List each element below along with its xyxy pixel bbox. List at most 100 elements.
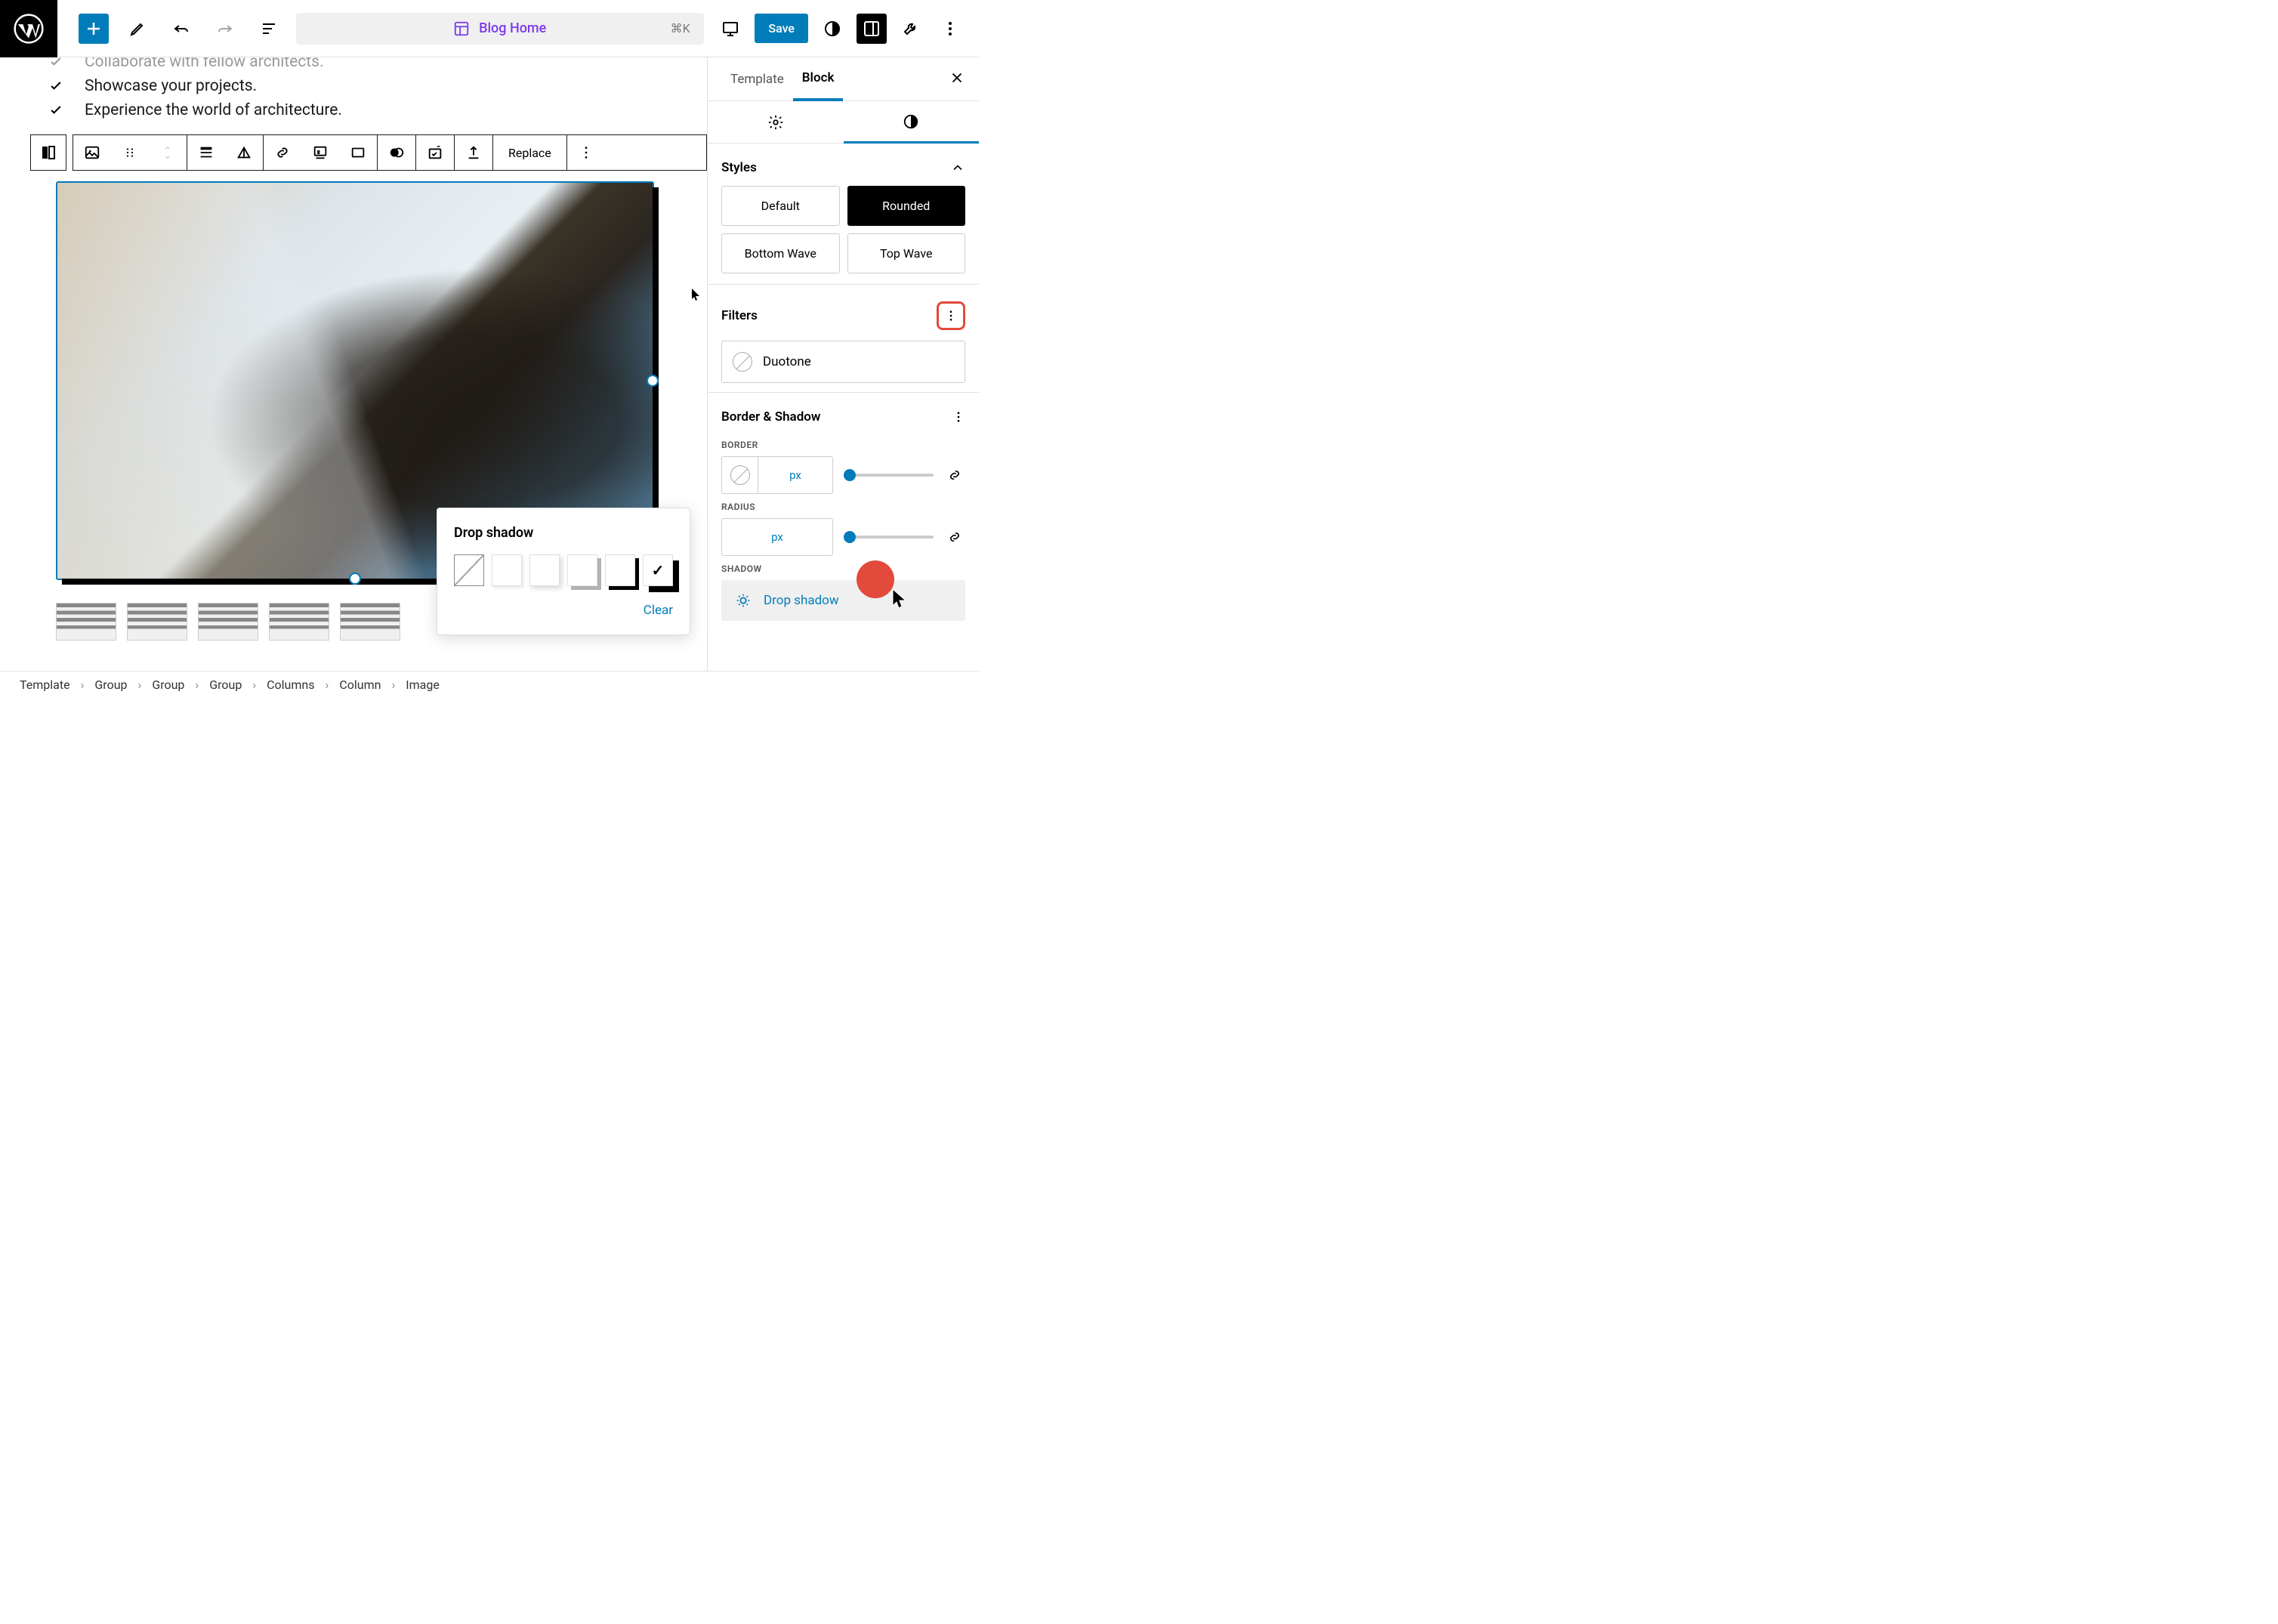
link-sides-button[interactable]	[944, 465, 965, 486]
replace-button[interactable]: Replace	[492, 134, 566, 171]
cursor-icon	[891, 588, 909, 610]
crop-button[interactable]	[339, 134, 377, 171]
list-item[interactable]: Showcase your projects.	[48, 74, 686, 98]
contrast-button[interactable]	[817, 14, 847, 44]
thumbnail[interactable]	[198, 603, 258, 641]
click-indicator	[857, 560, 894, 598]
shadow-option[interactable]	[492, 554, 522, 586]
tab-block[interactable]: Block	[793, 57, 844, 101]
resize-handle-right[interactable]	[647, 375, 659, 387]
radius-unit[interactable]: px	[722, 519, 832, 555]
drag-handle[interactable]	[111, 134, 149, 171]
add-block-button[interactable]	[79, 14, 109, 44]
upload-button[interactable]	[455, 134, 492, 171]
filters-header: Filters	[721, 294, 965, 341]
filters-menu-button[interactable]	[937, 301, 965, 330]
link-icon	[274, 144, 291, 161]
shadow-option[interactable]	[605, 554, 635, 586]
filters-title: Filters	[721, 308, 758, 323]
link-corners-button[interactable]	[944, 526, 965, 548]
breadcrumb-item[interactable]: Group	[94, 678, 127, 692]
filters-panel: Filters Duotone	[708, 284, 979, 392]
breadcrumb-item[interactable]: Columns	[267, 678, 314, 692]
thumbnail[interactable]	[127, 603, 187, 641]
link-button[interactable]	[264, 134, 301, 171]
edit-tool-button[interactable]	[122, 14, 153, 44]
list-item-text: Showcase your projects.	[85, 77, 257, 95]
chevron-up-icon	[162, 144, 173, 152]
thumbnail[interactable]	[340, 603, 400, 641]
shadow-option-none[interactable]	[454, 554, 484, 586]
clear-button[interactable]: Clear	[454, 603, 673, 618]
thumbnail[interactable]	[269, 603, 329, 641]
chevron-right-icon: ›	[326, 678, 329, 692]
shadow-option[interactable]	[567, 554, 597, 586]
document-title-button[interactable]: Blog Home ⌘K	[296, 13, 704, 45]
link-icon	[947, 529, 962, 545]
tab-template[interactable]: Template	[721, 57, 793, 101]
list-icon	[260, 20, 278, 38]
styles-grid: Default Rounded Bottom Wave Top Wave	[721, 186, 965, 273]
style-top-wave[interactable]: Top Wave	[847, 233, 966, 273]
insert-button[interactable]	[416, 134, 454, 171]
border-label: BORDER	[721, 440, 965, 450]
sun-icon	[735, 592, 752, 609]
border-color-button[interactable]	[722, 457, 758, 493]
undo-button[interactable]	[166, 14, 196, 44]
document-bar: Blog Home ⌘K	[284, 13, 715, 45]
chevron-right-icon: ›	[138, 678, 142, 692]
radius-slider[interactable]	[844, 536, 934, 539]
document-title: Blog Home	[479, 20, 546, 36]
contrast-icon	[903, 113, 919, 130]
more-vertical-icon	[944, 309, 958, 323]
document-overview-button[interactable]	[254, 14, 284, 44]
caption-button[interactable]	[301, 134, 339, 171]
style-rounded[interactable]: Rounded	[847, 186, 966, 226]
top-right-actions: Save	[715, 14, 979, 44]
style-default[interactable]: Default	[721, 186, 840, 226]
command-shortcut: ⌘K	[671, 21, 690, 36]
settings-sidebar-button[interactable]	[857, 14, 887, 44]
styles-header[interactable]: Styles	[721, 154, 965, 186]
more-options-button[interactable]	[935, 14, 965, 44]
radius-input[interactable]: px	[721, 518, 833, 556]
align-button[interactable]	[187, 134, 225, 171]
duotone-icon	[388, 144, 405, 161]
shadow-option[interactable]	[529, 554, 560, 586]
resize-handle-bottom[interactable]	[349, 573, 361, 585]
move-buttons[interactable]	[149, 134, 187, 171]
style-bottom-wave[interactable]: Bottom Wave	[721, 233, 840, 273]
breadcrumb-item[interactable]: Template	[20, 678, 70, 692]
change-alignment-button[interactable]	[225, 134, 263, 171]
shadow-option-selected[interactable]	[643, 554, 673, 586]
drop-shadow-button[interactable]: Drop shadow	[721, 580, 965, 621]
editor-canvas[interactable]: Collaborate with fellow architects. Show…	[0, 57, 707, 671]
tools-button[interactable]	[896, 14, 926, 44]
border-shadow-header: Border & Shadow	[721, 402, 965, 432]
view-button[interactable]	[715, 14, 745, 44]
redo-icon	[216, 20, 234, 38]
save-button[interactable]: Save	[755, 14, 808, 43]
redo-button[interactable]	[210, 14, 240, 44]
block-more-button[interactable]	[567, 134, 605, 171]
breadcrumb-item[interactable]: Image	[406, 678, 440, 692]
border-slider[interactable]	[844, 474, 934, 477]
subtab-styles[interactable]	[844, 101, 980, 144]
duotone-button[interactable]	[378, 134, 415, 171]
list-item[interactable]: Experience the world of architecture.	[48, 98, 686, 122]
wordpress-logo[interactable]	[0, 0, 57, 57]
subtab-settings[interactable]	[708, 101, 844, 143]
image-block-button[interactable]	[73, 134, 111, 171]
border-input[interactable]: px	[721, 456, 833, 494]
breadcrumb-item[interactable]: Group	[152, 678, 184, 692]
more-vertical-icon[interactable]	[952, 410, 965, 424]
list-item[interactable]: Collaborate with fellow architects.	[48, 57, 686, 74]
top-left-actions	[57, 14, 284, 44]
border-unit[interactable]: px	[758, 457, 832, 493]
close-sidebar-button[interactable]	[949, 69, 965, 89]
duotone-filter-button[interactable]: Duotone	[721, 341, 965, 383]
breadcrumb-item[interactable]: Column	[339, 678, 381, 692]
breadcrumb-item[interactable]: Group	[209, 678, 242, 692]
thumbnail[interactable]	[56, 603, 116, 641]
block-type-button[interactable]	[30, 134, 66, 171]
